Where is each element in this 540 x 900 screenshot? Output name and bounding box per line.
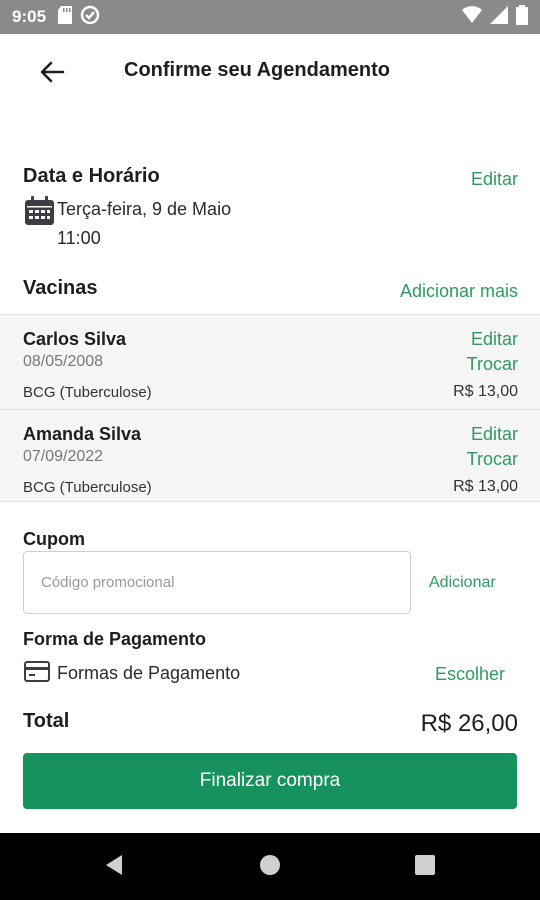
app-bar: Confirme seu Agendamento [0, 34, 540, 112]
coupon-section-title: Cupom [23, 529, 85, 549]
credit-card-icon [24, 661, 50, 687]
sd-card-icon [58, 5, 73, 29]
schedule-time: 11:00 [57, 228, 101, 248]
vaccines-section-title: Vacinas [23, 277, 98, 299]
vaccine-name: BCG (Tuberculose) [23, 384, 152, 401]
circle-home-icon [259, 854, 281, 881]
vaccine-price: R$ 13,00 [453, 383, 518, 400]
patient-birth-date: 07/09/2022 [23, 448, 104, 465]
system-nav-bar [0, 833, 540, 900]
page-title: Confirme seu Agendamento [124, 59, 390, 81]
battery-icon [516, 4, 528, 30]
swap-vaccine-button[interactable]: Trocar [467, 354, 518, 375]
choose-payment-button[interactable]: Escolher [435, 664, 505, 685]
schedule-date: Terça-feira, 9 de Maio [57, 199, 232, 219]
edit-vaccine-button[interactable]: Editar [471, 424, 518, 445]
signal-icon [490, 5, 508, 29]
nav-back-button[interactable] [100, 853, 128, 881]
vaccine-item: Amanda Silva 07/09/2022 BCG (Tuberculose… [0, 409, 540, 502]
schedule-section-title: Data e Horário [23, 165, 160, 187]
total-label: Total [23, 710, 70, 732]
patient-name: Carlos Silva [23, 329, 127, 349]
arrow-left-icon [39, 61, 65, 88]
total-value: R$ 26,00 [420, 710, 518, 737]
payment-section-title: Forma de Pagamento [23, 629, 207, 649]
add-more-vaccines-button[interactable]: Adicionar mais [400, 281, 518, 302]
apply-coupon-button[interactable]: Adicionar [429, 574, 496, 592]
triangle-back-icon [104, 854, 124, 881]
vaccine-item: Carlos Silva 08/05/2008 BCG (Tuberculose… [0, 314, 540, 409]
coupon-input[interactable] [23, 551, 411, 614]
square-recents-icon [414, 854, 436, 881]
nav-home-button[interactable] [256, 853, 284, 881]
payment-method-label: Formas de Pagamento [57, 663, 241, 683]
calendar-icon [24, 196, 55, 231]
edit-schedule-button[interactable]: Editar [471, 169, 518, 190]
edit-vaccine-button[interactable]: Editar [471, 329, 518, 350]
nav-recents-button[interactable] [411, 853, 439, 881]
finalize-purchase-button[interactable]: Finalizar compra [23, 753, 517, 809]
swap-vaccine-button[interactable]: Trocar [467, 449, 518, 470]
back-button[interactable] [36, 60, 68, 88]
status-bar: 9:05 [0, 0, 540, 34]
patient-name: Amanda Silva [23, 424, 142, 444]
wifi-icon [462, 5, 482, 29]
vaccine-name: BCG (Tuberculose) [23, 479, 152, 496]
status-time: 9:05 [12, 7, 47, 26]
vaccine-price: R$ 13,00 [453, 478, 518, 495]
data-saver-icon [80, 5, 100, 30]
patient-birth-date: 08/05/2008 [23, 353, 104, 370]
